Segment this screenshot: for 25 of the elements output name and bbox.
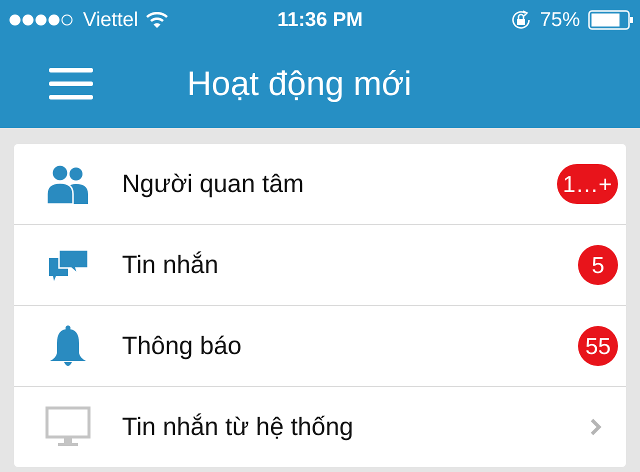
menu-item[interactable]: Thông báo 55: [14, 306, 626, 387]
carrier-name: Viettel: [83, 8, 138, 32]
item-label: Tin nhắn: [122, 250, 220, 280]
wifi-icon: [146, 12, 168, 28]
menu-button[interactable]: [49, 68, 93, 100]
item-label: Người quan tâm: [122, 170, 305, 198]
menu-item[interactable]: Tin nhắn 5: [14, 225, 626, 306]
battery-icon: [588, 10, 634, 30]
count-badge: 55: [578, 326, 618, 366]
item-label: Tin nhắn từ hệ thống: [122, 412, 354, 442]
bell-icon: [48, 325, 88, 367]
menu-item[interactable]: Tin nhắn từ hệ thống: [14, 387, 626, 467]
chat-icon: [46, 248, 90, 282]
count-badge: 5: [578, 245, 618, 285]
rotation-lock-icon: [510, 9, 532, 31]
menu-item[interactable]: Người quan tâm 1…+: [14, 144, 626, 225]
count-badge: 1…+: [556, 164, 618, 204]
page-title: Hoạt động mới: [187, 64, 412, 104]
monitor-icon: [45, 406, 91, 448]
signal-icon: [9, 14, 75, 26]
item-label: Thông báo: [122, 332, 243, 360]
battery-percent: 75%: [540, 8, 580, 32]
people-icon: [46, 164, 90, 204]
chevron-icon: [590, 418, 602, 436]
clock-time: 11:36 PM: [277, 8, 363, 32]
